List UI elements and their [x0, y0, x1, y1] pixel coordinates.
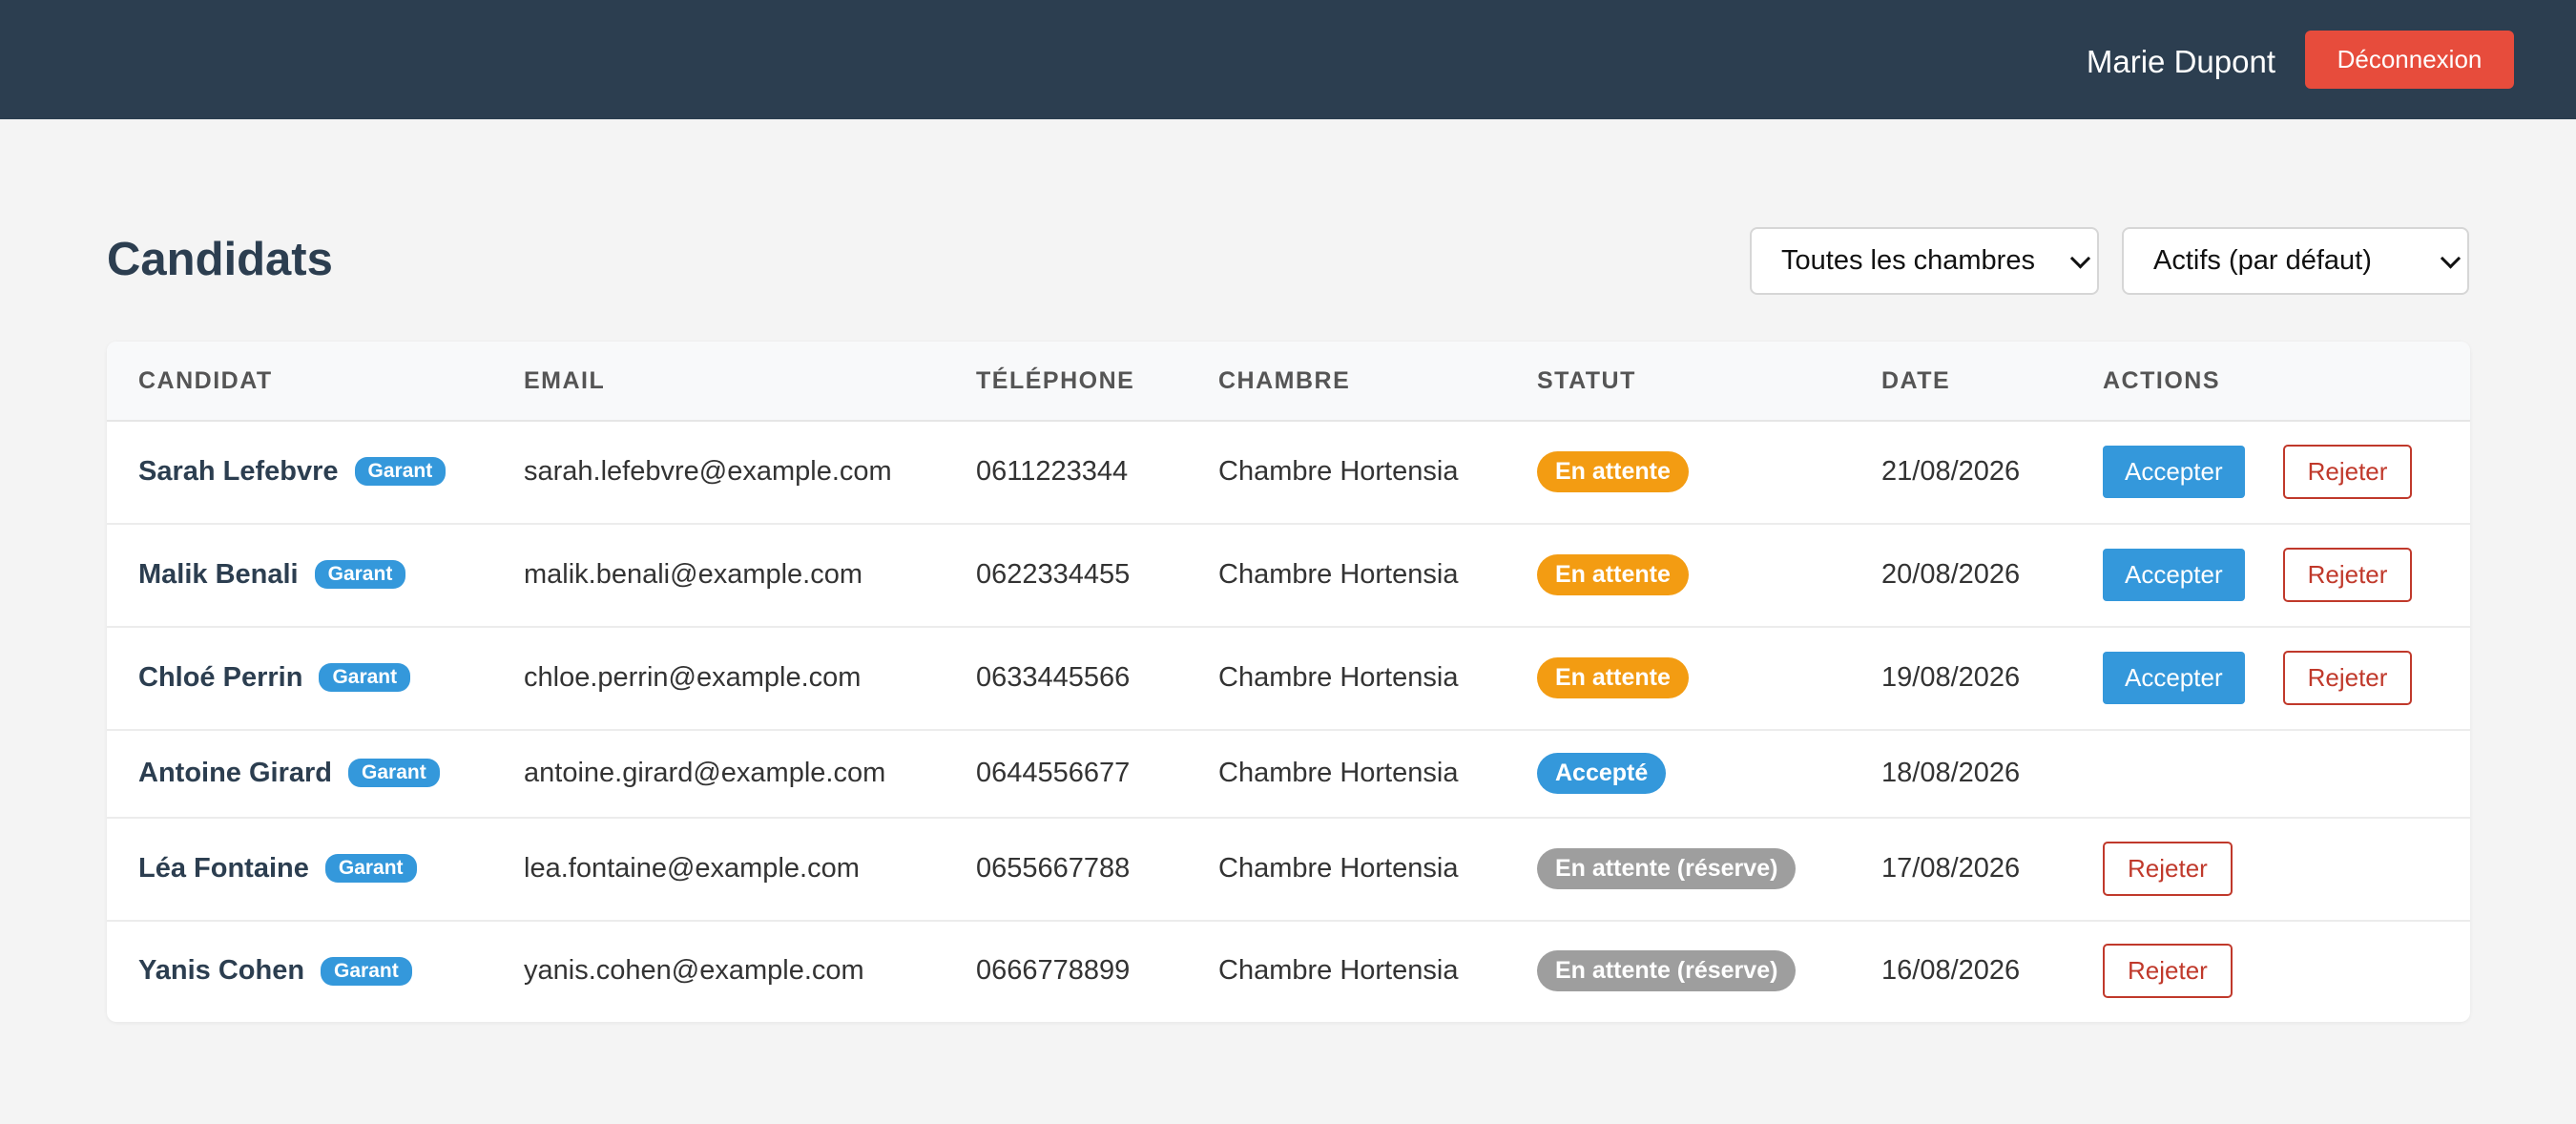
phone-cell: 0655667788 [976, 852, 1131, 884]
garant-badge: Garant [354, 457, 447, 486]
status-cell: En attente (réserve) [1537, 920, 1797, 1022]
date-cell: 21/08/2026 [1881, 455, 2021, 487]
phone-cell: 0622334455 [976, 558, 1131, 590]
date-cell: 18/08/2026 [1881, 757, 2021, 788]
phone-cell: 0633445566 [976, 661, 1131, 693]
reject-button[interactable]: Rejeter [2282, 547, 2413, 602]
logout-button[interactable]: Déconnexion [2305, 31, 2514, 89]
status-badge: Accepté [1537, 752, 1667, 794]
room-filter-value: Toutes les chambres [1781, 245, 2035, 276]
accept-button[interactable]: Accepter [2103, 445, 2245, 498]
status-cell: En attente (réserve) [1537, 817, 1797, 920]
candidate-cell: Léa Fontaine Garant [138, 817, 417, 920]
email-cell: chloe.perrin@example.com [524, 661, 862, 693]
phone-cell: 0666778899 [976, 955, 1131, 986]
actions-cell: Accepter Rejeter [2103, 523, 2413, 626]
actions-cell: Accepter Rejeter [2103, 420, 2413, 523]
status-filter-select[interactable]: Actifs (par défaut) [2122, 227, 2469, 295]
garant-badge: Garant [348, 759, 440, 787]
column-header-email: EMAIL [524, 367, 606, 394]
reject-button[interactable]: Rejeter [2282, 650, 2413, 705]
table-row: Léa Fontaine Garant lea.fontaine@example… [107, 817, 2470, 922]
email-cell: antoine.girard@example.com [524, 757, 886, 788]
status-badge: En attente [1537, 656, 1689, 698]
actions-cell: Accepter Rejeter [2103, 626, 2413, 729]
phone-cell: 0644556677 [976, 757, 1131, 788]
column-header-actions: ACTIONS [2103, 367, 2220, 394]
page-title: Candidats [107, 234, 333, 285]
email-cell: sarah.lefebvre@example.com [524, 455, 892, 487]
garant-badge: Garant [321, 956, 412, 986]
status-filter-value: Actifs (par défaut) [2153, 245, 2372, 276]
status-cell: En attente [1537, 626, 1689, 729]
reject-button[interactable]: Rejeter [2103, 944, 2233, 998]
status-badge: En attente (réserve) [1537, 847, 1797, 889]
email-cell: malik.benali@example.com [524, 558, 863, 590]
table-row: Chloé Perrin Garant chloe.perrin@example… [107, 626, 2470, 731]
room-cell: Chambre Hortensia [1218, 852, 1459, 884]
room-cell: Chambre Hortensia [1218, 757, 1459, 788]
candidate-name: Léa Fontaine [138, 852, 309, 884]
status-badge: En attente [1537, 553, 1689, 595]
table-row: Antoine Girard Garant antoine.girard@exa… [107, 729, 2470, 819]
date-cell: 17/08/2026 [1881, 852, 2021, 884]
status-cell: Accepté [1537, 729, 1667, 817]
accept-button[interactable]: Accepter [2103, 548, 2245, 601]
status-badge: En attente [1537, 450, 1689, 492]
candidates-table: CANDIDAT EMAIL TÉLÉPHONE CHAMBRE STATUT … [107, 342, 2470, 1022]
table-row: Yanis Cohen Garant yanis.cohen@example.c… [107, 920, 2470, 1022]
candidate-cell: Antoine Girard Garant [138, 729, 440, 817]
user-name: Marie Dupont [2086, 44, 2275, 79]
candidate-name: Sarah Lefebvre [138, 455, 339, 487]
garant-badge: Garant [324, 854, 417, 883]
actions-cell: Rejeter [2103, 920, 2233, 1022]
table-header: CANDIDAT EMAIL TÉLÉPHONE CHAMBRE STATUT … [107, 342, 2470, 422]
column-header-candidat: CANDIDAT [138, 367, 273, 394]
status-cell: En attente [1537, 523, 1689, 626]
email-cell: yanis.cohen@example.com [524, 955, 864, 986]
candidate-name: Yanis Cohen [138, 955, 305, 986]
candidate-name: Antoine Girard [138, 757, 333, 788]
chevron-down-icon [2069, 247, 2091, 269]
reject-button[interactable]: Rejeter [2103, 841, 2233, 896]
garant-badge: Garant [319, 663, 411, 692]
candidate-cell: Malik Benali Garant [138, 523, 406, 626]
room-cell: Chambre Hortensia [1218, 455, 1459, 487]
actions-cell: Rejeter [2103, 817, 2233, 920]
candidate-cell: Yanis Cohen Garant [138, 920, 412, 1022]
top-navbar: Marie Dupont Déconnexion [0, 0, 2576, 119]
room-filter-select[interactable]: Toutes les chambres [1750, 227, 2099, 295]
room-cell: Chambre Hortensia [1218, 661, 1459, 693]
room-cell: Chambre Hortensia [1218, 558, 1459, 590]
status-cell: En attente [1537, 420, 1689, 523]
table-row: Sarah Lefebvre Garant sarah.lefebvre@exa… [107, 420, 2470, 525]
candidate-name: Chloé Perrin [138, 661, 303, 693]
candidate-cell: Sarah Lefebvre Garant [138, 420, 447, 523]
phone-cell: 0611223344 [976, 455, 1129, 487]
reject-button[interactable]: Rejeter [2282, 444, 2413, 499]
candidate-name: Malik Benali [138, 558, 299, 590]
table-row: Malik Benali Garant malik.benali@example… [107, 523, 2470, 628]
status-badge: En attente (réserve) [1537, 950, 1797, 991]
chevron-down-icon [2440, 247, 2462, 269]
garant-badge: Garant [314, 560, 406, 589]
date-cell: 19/08/2026 [1881, 661, 2021, 693]
email-cell: lea.fontaine@example.com [524, 852, 860, 884]
room-cell: Chambre Hortensia [1218, 955, 1459, 986]
column-header-date: DATE [1881, 367, 1951, 394]
column-header-telephone: TÉLÉPHONE [976, 367, 1135, 394]
column-header-statut: STATUT [1537, 367, 1636, 394]
date-cell: 20/08/2026 [1881, 558, 2021, 590]
column-header-chambre: CHAMBRE [1218, 367, 1351, 394]
date-cell: 16/08/2026 [1881, 955, 2021, 986]
accept-button[interactable]: Accepter [2103, 651, 2245, 704]
candidate-cell: Chloé Perrin Garant [138, 626, 411, 729]
